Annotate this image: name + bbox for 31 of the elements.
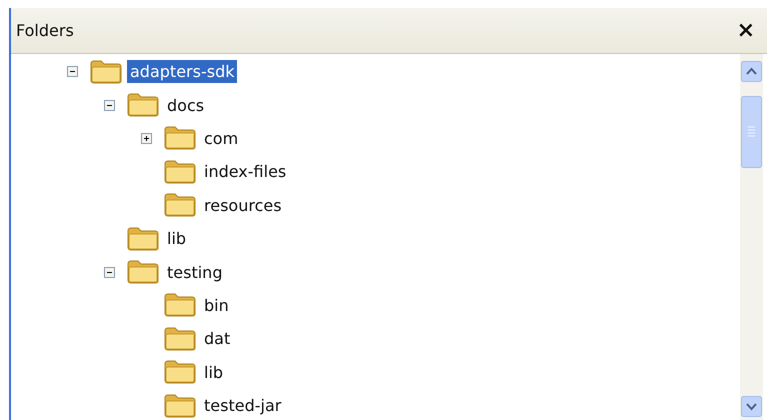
collapse-icon[interactable] [67,66,78,78]
folder-item[interactable]: resources [201,194,285,217]
panel-title: Folders [16,21,74,40]
scrollbar-thumb[interactable] [741,96,762,168]
folder-item[interactable]: adapters-sdk [127,60,238,84]
folder-icon [163,158,197,185]
folder-icon [163,292,197,318]
folder-icon [163,125,197,152]
folder-item[interactable]: com [201,126,242,150]
folder-icon [126,226,160,252]
folder-item[interactable]: lib [164,227,190,250]
folder-icon [89,58,123,85]
scroll-down-button[interactable] [741,396,762,417]
scroll-up-button[interactable] [741,61,762,82]
folder-item[interactable]: lib [201,360,226,384]
folder-icon [126,259,160,286]
folder-item[interactable]: index-files [201,160,290,184]
expand-icon[interactable] [141,132,152,144]
collapse-icon[interactable] [104,100,115,111]
close-button[interactable]: × [732,20,759,42]
folder-item[interactable]: bin [201,294,232,317]
folder-icon [163,392,197,419]
folder-item[interactable]: tested-jar [201,394,284,418]
folder-icon [126,92,160,118]
folder-item[interactable]: docs [164,94,208,117]
collapse-icon[interactable] [104,266,115,278]
folder-item[interactable]: dat [201,327,234,350]
folder-icon [163,359,197,386]
folder-icon [163,326,197,352]
folder-icon [163,192,197,218]
folder-item[interactable]: testing [164,260,226,284]
